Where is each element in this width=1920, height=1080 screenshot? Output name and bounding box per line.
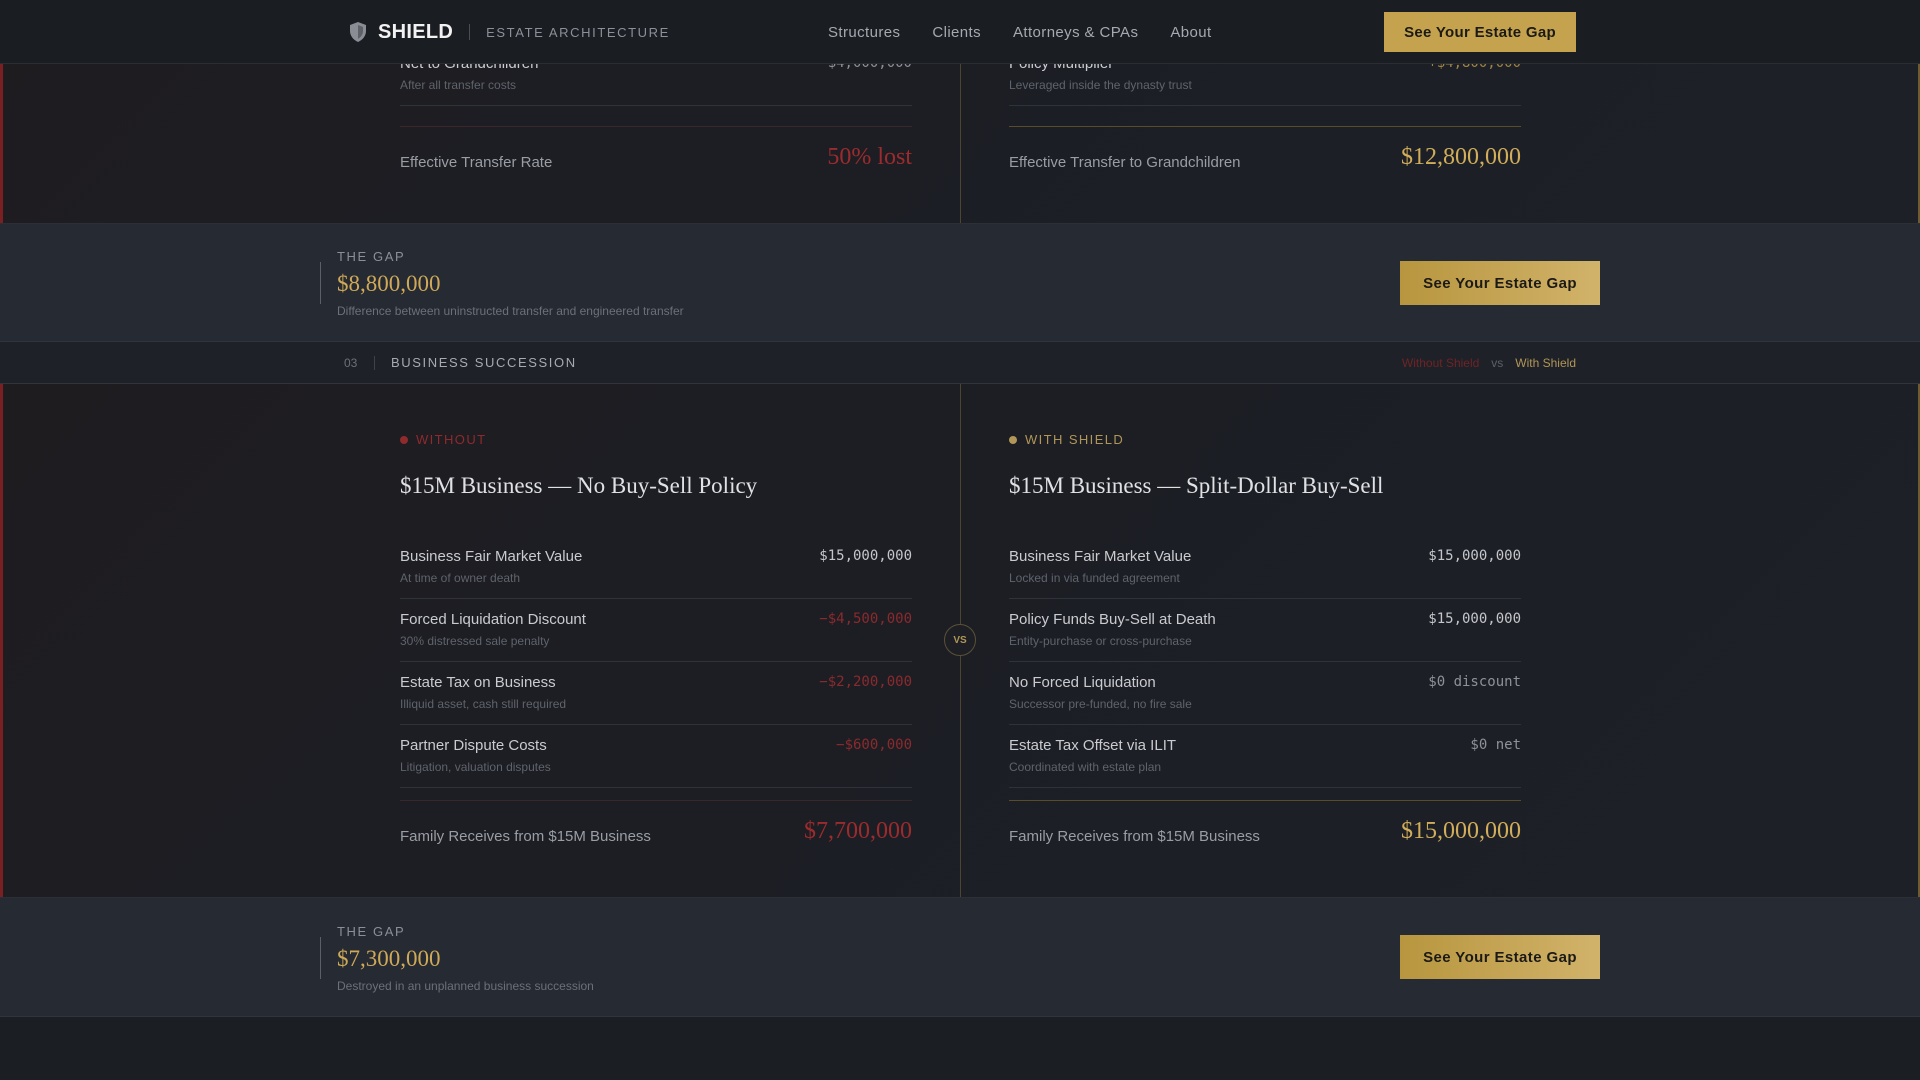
legend-without: Without Shield <box>1401 356 1480 370</box>
summary-label: Family Receives from $15M Business <box>400 828 651 845</box>
summary-row: Effective Transfer Rate 50% lost <box>400 142 912 182</box>
row-label: Estate Tax Offset via ILIT <box>1009 737 1177 754</box>
comparison-row: No Forced Liquidation Successor pre-fund… <box>1009 662 1521 725</box>
row-label: Policy Funds Buy-Sell at Death <box>1009 611 1216 628</box>
comparison-row: Business Fair Market Value Locked in via… <box>1009 536 1521 599</box>
without-tag-label: WITHOUT <box>416 432 487 447</box>
legend-vs: vs <box>1491 356 1504 370</box>
summary-label: Effective Transfer Rate <box>400 154 553 171</box>
nav-estate-gap-button[interactable]: See Your Estate Gap <box>1384 12 1576 52</box>
business-comparison: WITHOUT $15M Business — No Buy-Sell Poli… <box>0 384 1920 898</box>
summary-divider <box>1009 800 1521 801</box>
brand-name: SHIELD <box>378 20 454 43</box>
summary-value: 50% lost <box>827 144 912 170</box>
summary-label: Family Receives from $15M Business <box>1009 828 1260 845</box>
brand-tagline: ESTATE ARCHITECTURE <box>486 24 670 40</box>
summary-divider <box>400 126 912 127</box>
scenario-title: $15M Business — Split-Dollar Buy-Sell <box>1009 473 1384 498</box>
gap-accent-line <box>320 937 321 979</box>
summary-row: Family Receives from $15M Business $7,70… <box>400 816 912 856</box>
without-tag: WITHOUT <box>400 432 486 447</box>
row-value: $15,000,000 <box>819 548 912 564</box>
comparison-row: Estate Tax on Business Illiquid asset, c… <box>400 662 912 725</box>
scenario-title: $15M Business — No Buy-Sell Policy <box>400 473 758 498</box>
top-nav: SHIELD ESTATE ARCHITECTURE Structures Cl… <box>0 0 1920 64</box>
summary-row: Family Receives from $15M Business $15,0… <box>1009 816 1521 856</box>
business-gap-band: THE GAP $7,300,000 Destroyed in an unpla… <box>0 898 1920 1017</box>
row-label: Forced Liquidation Discount <box>400 611 586 628</box>
summary-divider <box>400 800 912 801</box>
with-tag: WITH SHIELD <box>1009 432 1124 447</box>
row-label: Business Fair Market Value <box>1009 548 1192 565</box>
comparation-row: Business Fair Market Value At time of ow… <box>400 536 912 599</box>
row-label: Partner Dispute Costs <box>400 737 547 754</box>
without-accent-bar <box>0 384 3 897</box>
row-sublabel: Leveraged inside the dynasty trust <box>1009 78 1192 92</box>
gap-description: Destroyed in an unplanned business succe… <box>337 979 594 993</box>
section-number: 03 <box>344 356 358 370</box>
section-title: BUSINESS SUCCESSION <box>391 355 577 370</box>
gap-amount: $7,300,000 <box>337 946 441 971</box>
summary-divider <box>1009 126 1521 127</box>
dynasty-estate-gap-button[interactable]: See Your Estate Gap <box>1400 261 1600 305</box>
summary-row: Effective Transfer to Grandchildren $12,… <box>1009 142 1521 182</box>
row-sublabel: Successor pre-funded, no fire sale <box>1009 697 1192 711</box>
business-without-column: WITHOUT $15M Business — No Buy-Sell Poli… <box>400 384 912 898</box>
gap-label: THE GAP <box>337 924 406 939</box>
row-value: −$2,200,000 <box>819 674 912 690</box>
row-value: $0 net <box>1470 737 1521 753</box>
row-label: Estate Tax on Business <box>400 674 556 691</box>
summary-value: $15,000,000 <box>1401 818 1521 844</box>
summary-value: $7,700,000 <box>804 818 912 844</box>
section-divider <box>374 356 375 370</box>
row-label: No Forced Liquidation <box>1009 674 1156 691</box>
row-value: $15,000,000 <box>1428 548 1521 564</box>
comparison-row: Estate Tax Offset via ILIT Coordinated w… <box>1009 725 1521 788</box>
row-sublabel: Litigation, valuation disputes <box>400 760 551 774</box>
shield-logo-icon <box>350 22 366 42</box>
next-section-band <box>0 1017 1920 1080</box>
business-estate-gap-button[interactable]: See Your Estate Gap <box>1400 935 1600 979</box>
comparison-row: Partner Dispute Costs Litigation, valuat… <box>400 725 912 788</box>
row-sublabel: After all transfer costs <box>400 78 517 92</box>
nav-link-attorneys-cpas[interactable]: Attorneys & CPAs <box>1013 24 1138 41</box>
brand[interactable]: SHIELD ESTATE ARCHITECTURE <box>348 0 670 64</box>
comparison-row: Policy Funds Buy-Sell at Death Entity-pu… <box>1009 599 1521 662</box>
summary-value: $12,800,000 <box>1401 144 1521 170</box>
with-tag-label: WITH SHIELD <box>1025 432 1125 447</box>
row-sublabel: At time of owner death <box>400 571 521 585</box>
nav-link-about[interactable]: About <box>1170 24 1211 41</box>
without-dot-icon <box>400 435 408 444</box>
with-dot-icon <box>1009 435 1017 444</box>
row-sublabel: Coordinated with estate plan <box>1009 760 1162 774</box>
business-with-column: WITH SHIELD $15M Business — Split-Dollar… <box>1009 384 1521 898</box>
section-legend: Without Shield vs With Shield <box>1402 356 1576 370</box>
row-sublabel: 30% distressed sale penalty <box>400 634 550 648</box>
legend-with: With Shield <box>1515 356 1576 370</box>
brand-divider <box>469 24 471 40</box>
row-value: $0 discount <box>1428 674 1521 690</box>
dynasty-gap-band: THE GAP $8,800,000 Difference between un… <box>0 224 1920 342</box>
gap-accent-line <box>320 262 321 304</box>
comparison-row: Forced Liquidation Discount 30% distress… <box>400 599 912 662</box>
row-sublabel: Illiquid asset, cash still required <box>400 697 567 711</box>
row-label: Business Fair Market Value <box>400 548 583 565</box>
nav-link-structures[interactable]: Structures <box>828 24 900 41</box>
gap-label: THE GAP <box>337 249 406 264</box>
summary-label: Effective Transfer to Grandchildren <box>1009 154 1241 171</box>
main-menu: Structures Clients Attorneys & CPAs Abou… <box>828 0 1244 64</box>
gap-description: Difference between uninstructed transfer… <box>337 304 684 318</box>
gap-amount: $8,800,000 <box>337 271 441 296</box>
section-header: 03 BUSINESS SUCCESSION Without Shield vs… <box>0 342 1920 384</box>
row-value: $15,000,000 <box>1428 611 1521 627</box>
nav-link-clients[interactable]: Clients <box>932 24 981 41</box>
row-sublabel: Locked in via funded agreement <box>1009 571 1180 585</box>
row-value: −$4,500,000 <box>819 611 912 627</box>
row-value: −$600,000 <box>836 737 912 753</box>
row-sublabel: Entity-purchase or cross-purchase <box>1009 634 1192 648</box>
vs-badge: VS <box>944 624 976 656</box>
